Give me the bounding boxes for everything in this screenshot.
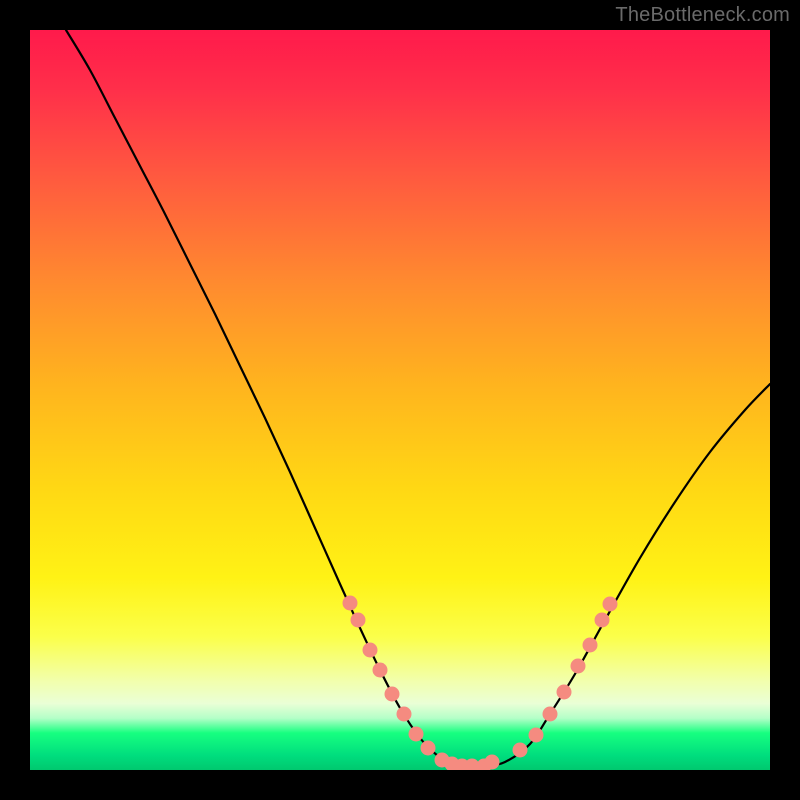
highlight-dot [603, 597, 618, 612]
highlight-dot [595, 613, 610, 628]
highlight-dot [543, 707, 558, 722]
highlight-dots [343, 596, 618, 771]
highlight-dot [351, 613, 366, 628]
highlight-dot [557, 685, 572, 700]
highlight-dot [583, 638, 598, 653]
bottleneck-curve [66, 30, 770, 767]
highlight-dot [363, 643, 378, 658]
highlight-dot [343, 596, 358, 611]
chart-frame: TheBottleneck.com [0, 0, 800, 800]
highlight-dot [421, 741, 436, 756]
highlight-dot [513, 743, 528, 758]
highlight-dot [385, 687, 400, 702]
highlight-dot [571, 659, 586, 674]
highlight-dot [373, 663, 388, 678]
plot-area [30, 30, 770, 770]
highlight-dot [529, 728, 544, 743]
highlight-dot [397, 707, 412, 722]
curve-layer [30, 30, 770, 770]
highlight-dot [485, 755, 500, 770]
watermark-text: TheBottleneck.com [615, 4, 790, 27]
highlight-dot [409, 727, 424, 742]
